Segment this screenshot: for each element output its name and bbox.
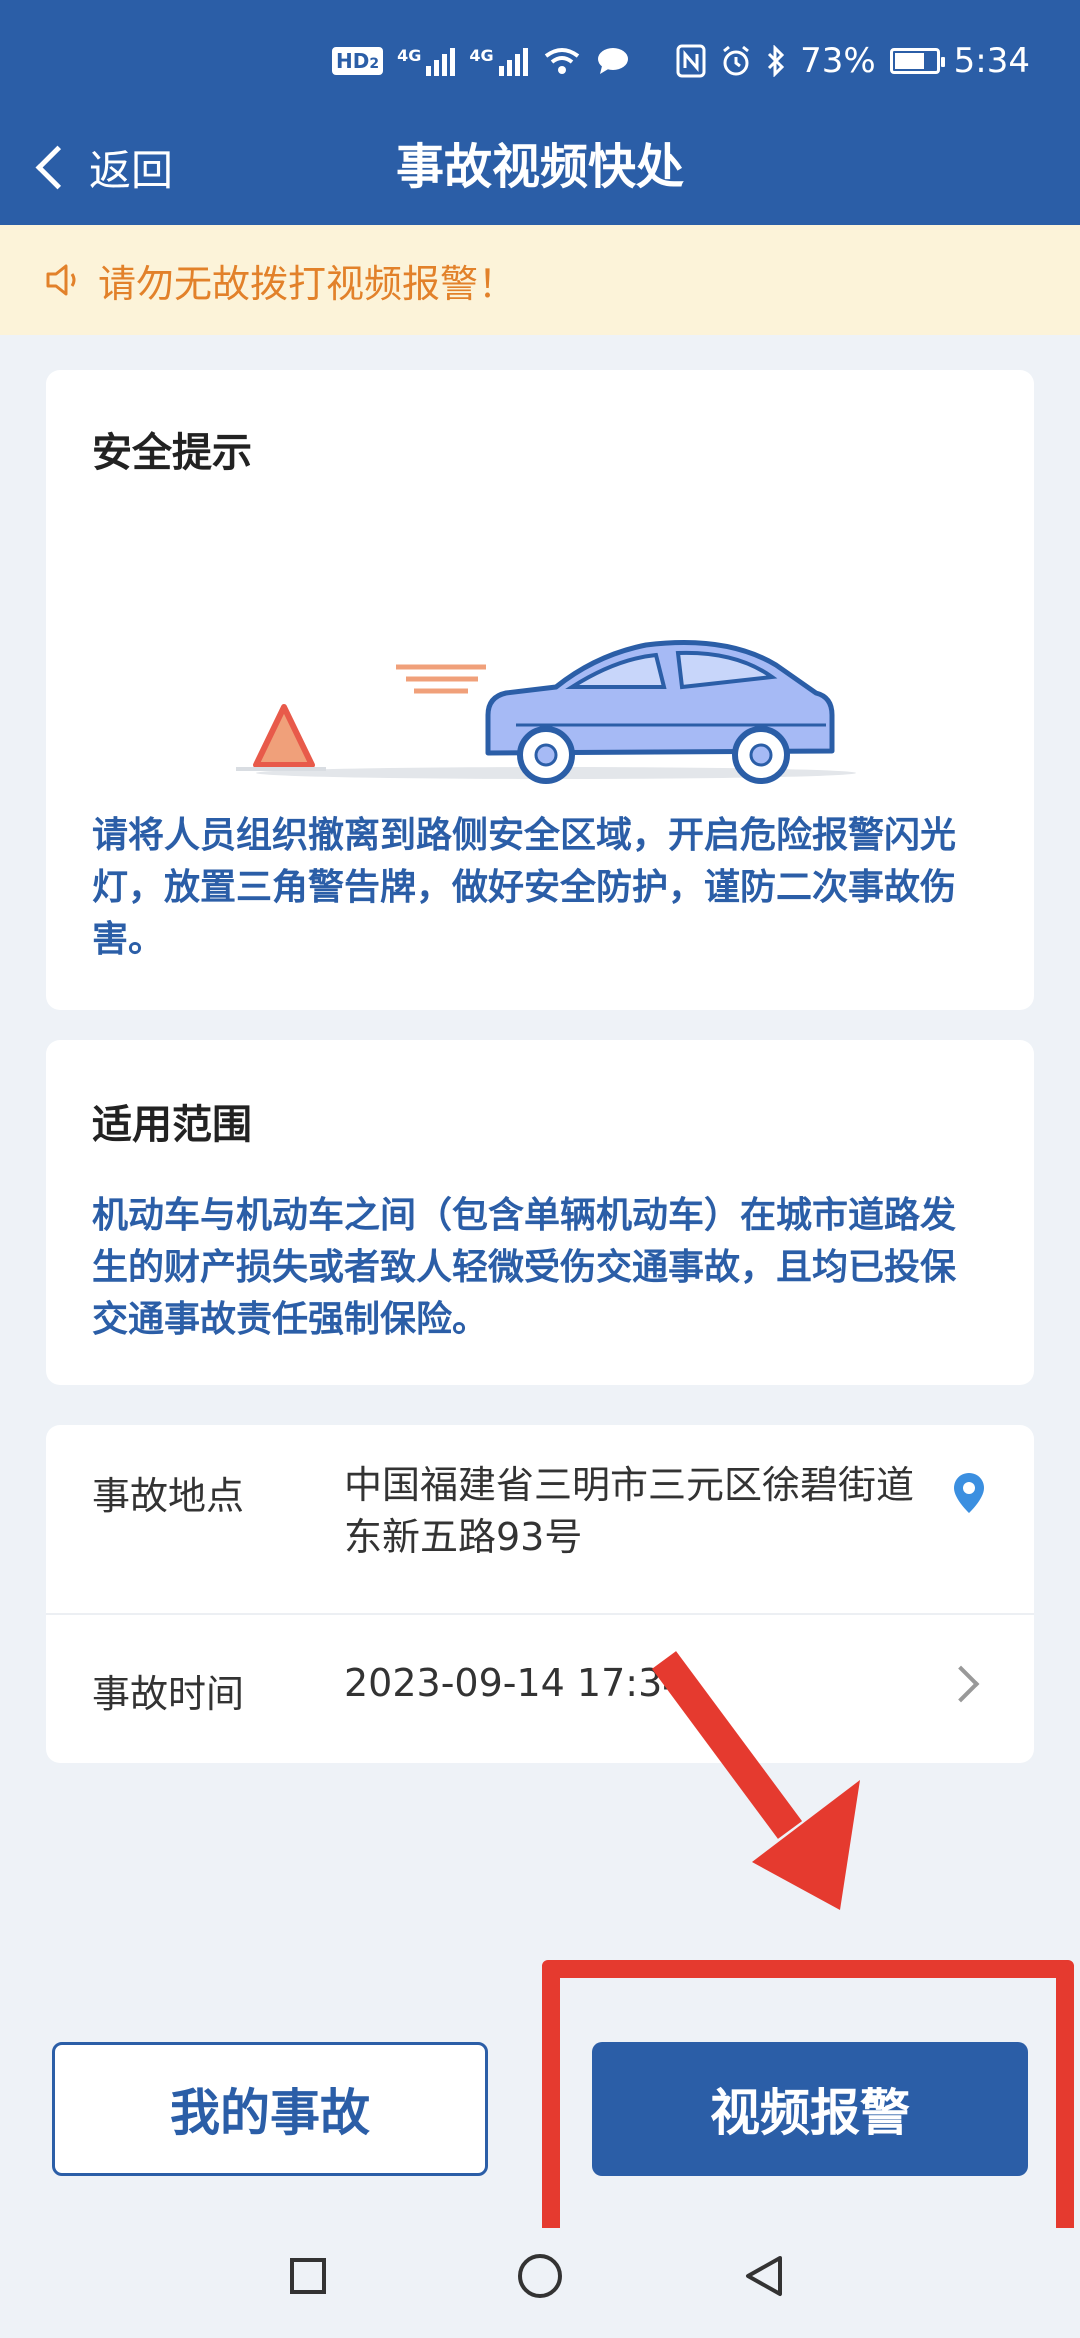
location-row[interactable]: 事故地点 中国福建省三明市三元区徐碧街道东新五路93号 — [46, 1425, 1034, 1615]
message-icon — [597, 48, 628, 74]
scope-title: 适用范围 — [92, 1102, 252, 1148]
speaker-icon — [46, 264, 76, 296]
bluetooth-icon — [768, 45, 785, 77]
system-nav-bar — [0, 2228, 1080, 2338]
car-warning-illustration — [236, 640, 856, 784]
hd-voice-icon: HD2 — [332, 47, 384, 75]
back-label: 返回 — [89, 145, 174, 195]
battery-icon — [889, 48, 945, 74]
nfc-icon — [676, 44, 706, 78]
cell-signal-2-icon: 4G — [469, 46, 528, 76]
battery-percent: 73% — [800, 41, 876, 81]
alarm-icon — [723, 45, 749, 76]
warning-triangle-icon — [253, 704, 315, 768]
safety-tip-card: 安全提示 请将人员组织撤离到路侧安全区域，开启危险报警闪光灯，放置三角警告牌，做… — [46, 370, 1034, 1010]
location-value: 中国福建省三明市三元区徐碧街道东新五路93号 — [344, 1463, 915, 1559]
clock: 5:34 — [953, 41, 1030, 81]
warning-notice: 请勿无故拨打视频报警！ — [0, 225, 1080, 335]
app-header: HD2 4G 4G 73% 5:34 返回 事故视频快处 — [0, 0, 1080, 225]
notice-text: 请勿无故拨打视频报警！ — [98, 261, 517, 306]
back-triangle-icon[interactable] — [744, 2254, 784, 2298]
safety-tip-title: 安全提示 — [92, 430, 252, 476]
location-label: 事故地点 — [92, 1474, 245, 1518]
wifi-icon — [544, 48, 579, 74]
back-button[interactable]: 返回 — [28, 132, 173, 202]
cell-signal-icon: 4G — [397, 46, 456, 76]
time-value: 2023-09-14 17:34 — [344, 1661, 687, 1705]
recent-apps-icon[interactable] — [290, 2258, 326, 2294]
scope-card: 适用范围 机动车与机动车之间（包含单辆机动车）在城市道路发生的财产损失或者致人轻… — [46, 1040, 1034, 1385]
location-pin-icon[interactable] — [952, 1471, 986, 1515]
status-right-icons: 73% 5:34 — [676, 38, 1030, 84]
time-label: 事故时间 — [92, 1672, 245, 1716]
chevron-left-icon — [35, 145, 80, 189]
status-bar: HD2 4G 4G 73% 5:34 — [0, 0, 1080, 120]
chevron-right-icon — [942, 1665, 980, 1703]
time-row[interactable]: 事故时间 2023-09-14 17:34 — [46, 1615, 1034, 1763]
accident-info-card: 事故地点 中国福建省三明市三元区徐碧街道东新五路93号 事故时间 2023-09… — [46, 1425, 1034, 1763]
scope-text: 机动车与机动车之间（包含单辆机动车）在城市道路发生的财产损失或者致人轻微受伤交通… — [92, 1195, 957, 1340]
my-accidents-button[interactable]: 我的事故 — [52, 2042, 488, 2176]
status-left-icons: HD2 4G 4G — [332, 38, 630, 84]
safety-tip-text: 请将人员组织撤离到路侧安全区域，开启危险报警闪光灯，放置三角警告牌，做好安全防护… — [92, 815, 957, 960]
video-report-button[interactable]: 视频报警 — [592, 2042, 1028, 2176]
home-icon[interactable] — [518, 2254, 562, 2298]
